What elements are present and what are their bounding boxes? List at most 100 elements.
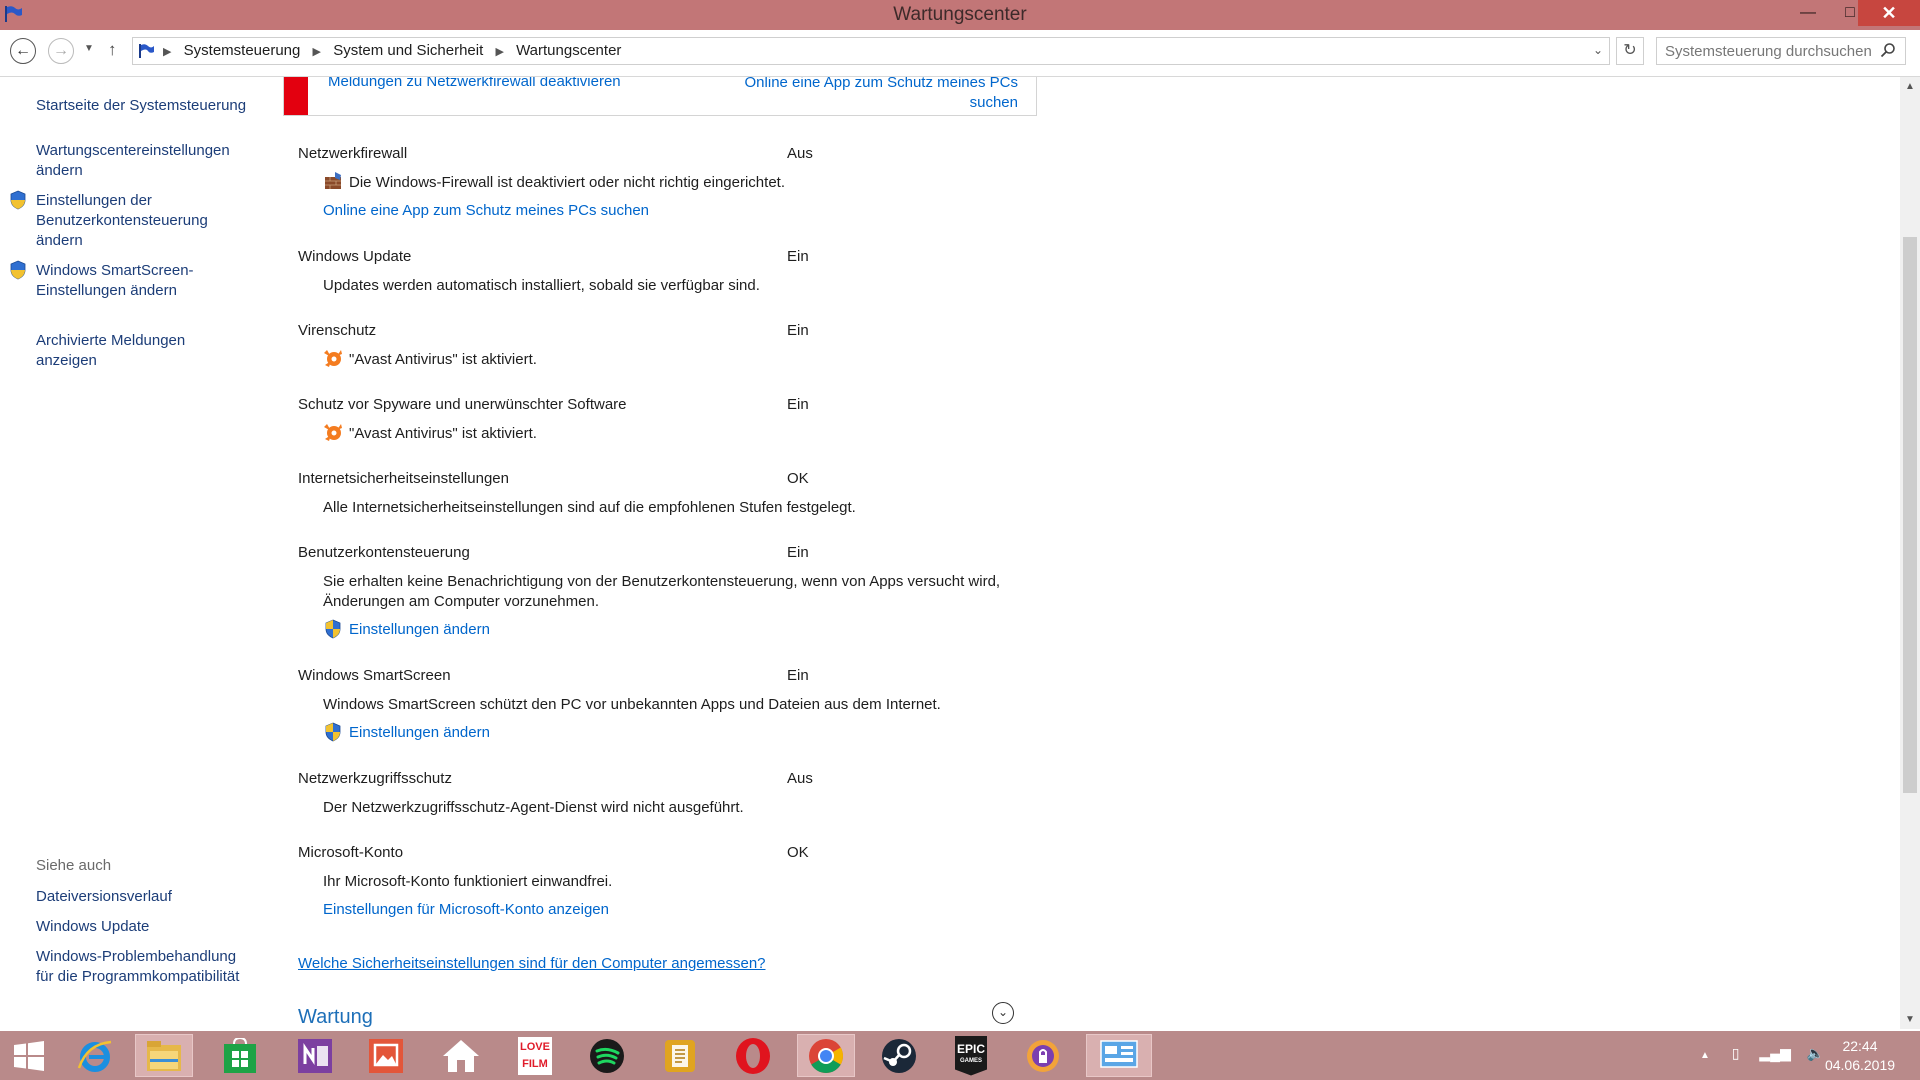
onenote-icon xyxy=(298,1038,332,1073)
network-signal-icon[interactable]: ▂▄▆ xyxy=(1759,1045,1790,1061)
clock-date: 04.06.2019 xyxy=(1824,1057,1896,1073)
chevron-right-icon[interactable]: ▶ xyxy=(495,46,503,58)
start-button[interactable] xyxy=(0,1034,58,1077)
see-also-heading: Siehe auch xyxy=(36,857,112,874)
taskbar-chrome[interactable] xyxy=(797,1034,855,1077)
breadcrumb-systemsteuerung[interactable]: Systemsteuerung xyxy=(184,42,301,59)
taskbar-file-explorer[interactable] xyxy=(135,1034,193,1077)
epic-games-icon: EPIC GAMES xyxy=(955,1035,987,1076)
sidebar-item-uac-settings[interactable]: Einstellungen der Benutzerkontensteuerun… xyxy=(36,191,246,251)
opera-icon xyxy=(736,1037,770,1074)
row-link-firewall[interactable]: Online eine App zum Schutz meines PCs su… xyxy=(323,202,649,219)
taskbar-control-panel[interactable] xyxy=(1086,1034,1152,1077)
row-state-internet-security: OK xyxy=(787,470,809,487)
show-hidden-icons-icon[interactable]: ▲ xyxy=(1700,1050,1710,1061)
chevron-right-icon[interactable]: ▶ xyxy=(163,46,171,58)
device-icon[interactable]: ▯ xyxy=(1732,1045,1740,1061)
expand-section-button[interactable]: ⌄ xyxy=(992,1002,1014,1024)
scroll-down-arrow-icon[interactable]: ▼ xyxy=(1900,1014,1920,1025)
row-desc-uac-line1: Sie erhalten keine Benachrichtigung von … xyxy=(323,573,1001,590)
row-title-uac: Benutzerkontensteuerung xyxy=(298,544,470,561)
refresh-icon: ↻ xyxy=(1623,42,1637,59)
photos-icon xyxy=(369,1038,403,1073)
avast-secureline-icon xyxy=(1027,1039,1059,1072)
scroll-up-arrow-icon[interactable]: ▲ xyxy=(1900,81,1920,92)
sidebar-item-home[interactable]: Startseite der Systemsteuerung xyxy=(36,96,246,116)
sidebar-item-wartungscenter-settings[interactable]: Wartungscentereinstellungen ändern xyxy=(36,141,236,181)
window-title: Wartungscenter xyxy=(893,4,1027,25)
taskbar-spotify[interactable] xyxy=(578,1034,636,1077)
main-content: Meldungen zu Netzwerkfirewall deaktivier… xyxy=(280,77,1880,1029)
address-bar[interactable]: ▶ Systemsteuerung ▶ System und Sicherhei… xyxy=(132,37,1610,65)
row-state-virus-protection: Ein xyxy=(787,322,809,339)
row-title-virus-protection: Virenschutz xyxy=(298,322,377,339)
taskbar-internet-explorer[interactable] xyxy=(66,1034,124,1077)
firewall-alert-banner: Meldungen zu Netzwerkfirewall deaktivier… xyxy=(283,77,1037,116)
sidebar: Startseite der Systemsteuerung Wartungsc… xyxy=(0,77,280,1029)
sidebar-item-archived-messages[interactable]: Archivierte Meldungen anzeigen xyxy=(36,331,216,371)
row-link-microsoft-account[interactable]: Einstellungen für Microsoft-Konto anzeig… xyxy=(323,901,609,918)
notes-icon xyxy=(665,1039,695,1072)
spotify-icon xyxy=(590,1038,624,1073)
row-desc-internet-security: Alle Internetsicherheitseinstellungen si… xyxy=(323,499,856,516)
close-button[interactable]: ✕ xyxy=(1858,0,1920,26)
see-also-file-history[interactable]: Dateiversionsverlauf xyxy=(36,887,172,907)
store-icon xyxy=(224,1037,256,1073)
row-state-uac: Ein xyxy=(787,544,809,561)
row-desc-firewall: Die Windows-Firewall ist deaktiviert ode… xyxy=(349,174,785,191)
sidebar-item-smartscreen-settings[interactable]: Windows SmartScreen-Einstellungen ändern xyxy=(36,261,236,301)
breadcrumb-wartungscenter[interactable]: Wartungscenter xyxy=(516,42,621,59)
recent-locations-dropdown[interactable]: ▼ xyxy=(84,43,94,54)
taskbar-epic-games[interactable]: EPIC GAMES xyxy=(942,1034,1000,1077)
taskbar-photos[interactable] xyxy=(357,1034,415,1077)
row-desc-spyware: "Avast Antivirus" ist aktiviert. xyxy=(349,425,537,442)
taskbar-avast-secureline[interactable] xyxy=(1014,1034,1072,1077)
taskbar-opera[interactable] xyxy=(724,1034,782,1077)
taskbar-steam[interactable] xyxy=(870,1034,928,1077)
chevron-down-icon[interactable]: ⌄ xyxy=(1593,43,1603,57)
epic-games-label: EPIC xyxy=(956,1041,985,1056)
taskbar-store[interactable] xyxy=(211,1034,269,1077)
row-state-nap: Aus xyxy=(787,770,813,787)
vertical-scrollbar[interactable]: ▲ ▼ xyxy=(1900,77,1920,1029)
forward-button[interactable]: → xyxy=(48,38,74,64)
row-desc-smartscreen: Windows SmartScreen schützt den PC vor u… xyxy=(323,696,941,713)
back-button[interactable]: ← xyxy=(10,38,36,64)
taskbar-notes[interactable] xyxy=(651,1034,709,1077)
refresh-button[interactable]: ↻ xyxy=(1616,37,1644,65)
uac-shield-icon xyxy=(10,260,26,280)
search-input[interactable] xyxy=(1656,37,1906,65)
title-bar: Wartungscenter — □ ✕ xyxy=(0,0,1920,30)
taskbar-onenote[interactable] xyxy=(286,1034,344,1077)
security-settings-help-link[interactable]: Welche Sicherheitseinstellungen sind für… xyxy=(298,955,766,972)
see-also-troubleshooting[interactable]: Windows-Problembehandlung für die Progra… xyxy=(36,947,246,987)
chevron-right-icon[interactable]: ▶ xyxy=(313,46,321,58)
scrollbar-thumb[interactable] xyxy=(1903,237,1917,793)
up-button[interactable]: ↑ xyxy=(108,40,117,60)
home-icon xyxy=(443,1039,479,1072)
breadcrumb-system-und-sicherheit[interactable]: System und Sicherheit xyxy=(333,42,483,59)
lovefilm-icon: LOVE FILM xyxy=(518,1036,552,1075)
arrow-left-icon: ← xyxy=(15,42,31,59)
row-link-smartscreen-settings[interactable]: Einstellungen ändern xyxy=(349,724,490,741)
start-icon xyxy=(14,1040,44,1071)
find-protection-app-link[interactable]: Online eine App zum Schutz meines PCs su… xyxy=(728,77,1018,113)
see-also-windows-update[interactable]: Windows Update xyxy=(36,917,149,937)
avast-icon xyxy=(324,424,342,441)
taskbar-lovefilm[interactable]: LOVE FILM xyxy=(506,1034,564,1077)
row-desc-microsoft-account: Ihr Microsoft-Konto funktioniert einwand… xyxy=(323,873,613,890)
minimize-button[interactable]: — xyxy=(1786,0,1830,26)
search-icon[interactable] xyxy=(1880,42,1896,58)
row-link-uac-settings[interactable]: Einstellungen ändern xyxy=(349,621,490,638)
row-desc-nap: Der Netzwerkzugriffsschutz-Agent-Dienst … xyxy=(323,799,744,816)
row-desc-virus-protection: "Avast Antivirus" ist aktiviert. xyxy=(349,351,537,368)
row-title-spyware: Schutz vor Spyware und unerwünschter Sof… xyxy=(298,396,627,413)
row-desc-windows-update: Updates werden automatisch installiert, … xyxy=(323,277,760,294)
taskbar-clock[interactable]: 22:44 04.06.2019 xyxy=(1810,1037,1910,1075)
row-state-spyware: Ein xyxy=(787,396,809,413)
disable-firewall-messages-link[interactable]: Meldungen zu Netzwerkfirewall deaktivier… xyxy=(328,77,621,90)
alert-bar xyxy=(284,77,308,115)
taskbar-home[interactable] xyxy=(432,1034,490,1077)
arrow-up-icon: ↑ xyxy=(108,40,117,59)
row-state-firewall: Aus xyxy=(787,145,813,162)
